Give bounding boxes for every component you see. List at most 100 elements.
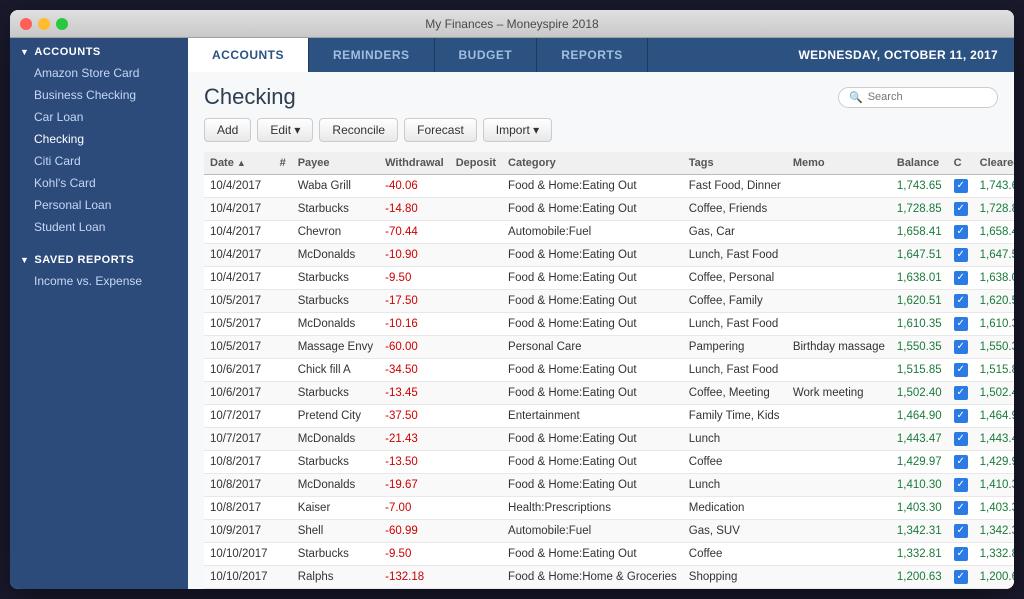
sidebar-item-kohls-card[interactable]: Kohl's Card: [10, 172, 188, 194]
tab-accounts[interactable]: ACCOUNTS: [188, 38, 309, 72]
table-row[interactable]: 10/6/2017 Chick fill A -34.50 Food & Hom…: [204, 359, 1014, 382]
sidebar-item-student-loan[interactable]: Student Loan: [10, 216, 188, 238]
cell-tags: Lunch, Fast Food: [683, 359, 787, 382]
title-bar: My Finances – Moneyspire 2018: [10, 10, 1014, 38]
saved-reports-section-header[interactable]: ▼ SAVED REPORTS: [10, 246, 188, 270]
cell-withdrawal: -40.06: [379, 175, 450, 198]
sidebar-item-personal-loan[interactable]: Personal Loan: [10, 194, 188, 216]
table-row[interactable]: 10/5/2017 McDonalds -10.16 Food & Home:E…: [204, 313, 1014, 336]
cell-category: Personal Care: [502, 336, 683, 359]
cell-memo: [787, 520, 891, 543]
table-row[interactable]: 10/9/2017 Shell -60.99 Automobile:Fuel G…: [204, 520, 1014, 543]
cell-cleared-bal: 1,743.65: [974, 175, 1014, 198]
maximize-button[interactable]: [56, 18, 68, 30]
table-row[interactable]: 10/8/2017 Kaiser -7.00 Health:Prescripti…: [204, 497, 1014, 520]
cell-cleared-bal: 1,515.85: [974, 359, 1014, 382]
add-button[interactable]: Add: [204, 118, 251, 142]
cell-tags: Lunch, Fast Food: [683, 244, 787, 267]
table-row[interactable]: 10/8/2017 Starbucks -13.50 Food & Home:E…: [204, 451, 1014, 474]
cell-date: 10/4/2017: [204, 244, 274, 267]
col-date[interactable]: Date ▲: [204, 152, 274, 175]
cell-cleared-bal: 1,342.31: [974, 520, 1014, 543]
tab-budget[interactable]: BUDGET: [435, 38, 538, 72]
cell-withdrawal: -70.44: [379, 221, 450, 244]
search-input[interactable]: [868, 91, 988, 103]
tab-reports[interactable]: REPORTS: [537, 38, 648, 72]
table-row[interactable]: 10/4/2017 Waba Grill -40.06 Food & Home:…: [204, 175, 1014, 198]
table-row[interactable]: 10/5/2017 Starbucks -17.50 Food & Home:E…: [204, 290, 1014, 313]
cell-cleared-bal: 1,647.51: [974, 244, 1014, 267]
cell-num: [274, 497, 292, 520]
cell-deposit: [450, 451, 502, 474]
cell-tags: Pampering: [683, 336, 787, 359]
sidebar-item-car-loan[interactable]: Car Loan: [10, 106, 188, 128]
cell-payee: Waba Grill: [292, 589, 379, 590]
cell-memo: [787, 428, 891, 451]
table-row[interactable]: 10/10/2017 Ralphs -132.18 Food & Home:Ho…: [204, 566, 1014, 589]
cell-deposit: [450, 221, 502, 244]
table-row[interactable]: 10/4/2017 Starbucks -9.50 Food & Home:Ea…: [204, 267, 1014, 290]
cell-balance: 1,502.40: [891, 382, 948, 405]
col-balance[interactable]: Balance: [891, 152, 948, 175]
table-row[interactable]: 10/10/2017 Starbucks -9.50 Food & Home:E…: [204, 543, 1014, 566]
table-row[interactable]: 10/5/2017 Massage Envy -60.00 Personal C…: [204, 336, 1014, 359]
sidebar-item-amazon-store-card[interactable]: Amazon Store Card: [10, 62, 188, 84]
sidebar-item-business-checking[interactable]: Business Checking: [10, 84, 188, 106]
col-category[interactable]: Category: [502, 152, 683, 175]
table-row[interactable]: 10/4/2017 McDonalds -10.90 Food & Home:E…: [204, 244, 1014, 267]
cell-category: Food & Home:Eating Out: [502, 589, 683, 590]
cell-num: [274, 198, 292, 221]
import-button[interactable]: Import ▾: [483, 118, 552, 142]
cell-memo: [787, 359, 891, 382]
sidebar: ▼ ACCOUNTS Amazon Store Card Business Ch…: [10, 38, 188, 589]
cell-payee: McDonalds: [292, 313, 379, 336]
forecast-button[interactable]: Forecast: [404, 118, 477, 142]
cell-category: Automobile:Fuel: [502, 520, 683, 543]
table-row[interactable]: 10/4/2017 Starbucks -14.80 Food & Home:E…: [204, 198, 1014, 221]
col-cleared[interactable]: C: [948, 152, 974, 175]
col-tags[interactable]: Tags: [683, 152, 787, 175]
cell-balance: 1,515.85: [891, 359, 948, 382]
sidebar-item-income-vs-expense[interactable]: Income vs. Expense: [10, 270, 188, 292]
cell-cleared: ✓: [948, 543, 974, 566]
table-row[interactable]: 10/4/2017 Chevron -70.44 Automobile:Fuel…: [204, 221, 1014, 244]
cell-cleared: ✓: [948, 451, 974, 474]
cell-cleared-bal: 1,550.35: [974, 336, 1014, 359]
table-row[interactable]: 10/7/2017 Pretend City -37.50 Entertainm…: [204, 405, 1014, 428]
close-button[interactable]: [20, 18, 32, 30]
cleared-check-icon: ✓: [954, 363, 968, 377]
cell-cleared: ✓: [948, 405, 974, 428]
cell-category: Food & Home:Eating Out: [502, 290, 683, 313]
cell-deposit: [450, 267, 502, 290]
edit-button[interactable]: Edit ▾: [257, 118, 313, 142]
sidebar-item-citi-card[interactable]: Citi Card: [10, 150, 188, 172]
cell-cleared-bal: 1,610.35: [974, 313, 1014, 336]
col-cleared-bal[interactable]: Cleared bal: [974, 152, 1014, 175]
col-deposit[interactable]: Deposit: [450, 152, 502, 175]
tab-reminders[interactable]: REMINDERS: [309, 38, 435, 72]
cell-tags: Coffee, Friends: [683, 198, 787, 221]
col-memo[interactable]: Memo: [787, 152, 891, 175]
sidebar-item-checking[interactable]: Checking: [10, 128, 188, 150]
cell-tags: Coffee, Meeting: [683, 382, 787, 405]
cell-payee: Starbucks: [292, 198, 379, 221]
reconcile-button[interactable]: Reconcile: [319, 118, 398, 142]
search-box[interactable]: 🔍: [838, 87, 998, 108]
cleared-check-icon: ✓: [954, 271, 968, 285]
cell-category: Food & Home:Eating Out: [502, 428, 683, 451]
accounts-section-header[interactable]: ▼ ACCOUNTS: [10, 38, 188, 62]
cell-withdrawal: -132.18: [379, 566, 450, 589]
table-row[interactable]: 10/8/2017 McDonalds -19.67 Food & Home:E…: [204, 474, 1014, 497]
cell-cleared-bal: 1,638.01: [974, 267, 1014, 290]
cell-balance: 1,332.81: [891, 543, 948, 566]
cell-balance: 1,647.51: [891, 244, 948, 267]
col-num[interactable]: #: [274, 152, 292, 175]
cleared-check-icon: ✓: [954, 294, 968, 308]
cell-cleared: ✓: [948, 244, 974, 267]
table-row[interactable]: 10/10/2017 Waba Grill -31.47 Food & Home…: [204, 589, 1014, 590]
col-payee[interactable]: Payee: [292, 152, 379, 175]
table-row[interactable]: 10/7/2017 McDonalds -21.43 Food & Home:E…: [204, 428, 1014, 451]
col-withdrawal[interactable]: Withdrawal: [379, 152, 450, 175]
table-row[interactable]: 10/6/2017 Starbucks -13.45 Food & Home:E…: [204, 382, 1014, 405]
minimize-button[interactable]: [38, 18, 50, 30]
